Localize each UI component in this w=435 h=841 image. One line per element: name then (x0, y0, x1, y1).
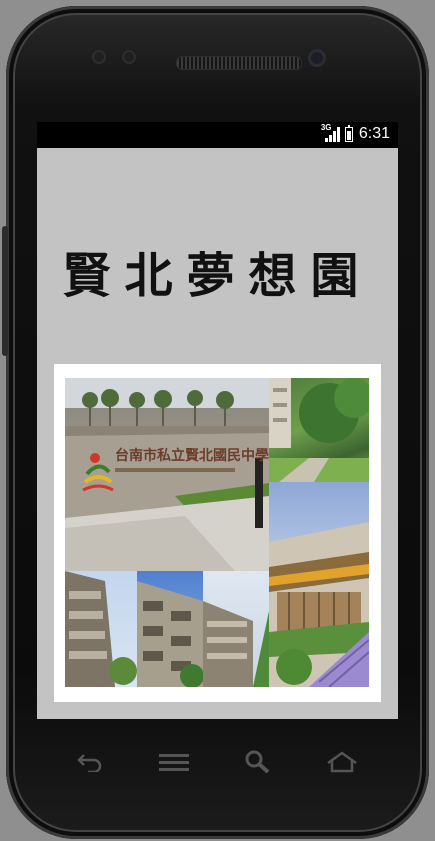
building-photo-3 (203, 571, 269, 687)
light-sensor (122, 50, 136, 64)
photo-collage: 台南市私立賢北國民中學 (65, 378, 369, 687)
campus-trees-photo (269, 378, 369, 482)
building-photo-1 (65, 571, 137, 687)
network-type: 3G (320, 123, 332, 132)
menu-button[interactable] (154, 744, 194, 780)
building-photo-2 (137, 571, 203, 687)
front-camera (308, 49, 326, 67)
volume-button[interactable] (2, 226, 8, 356)
school-photo: 台南市私立賢北國民中學 (54, 364, 381, 702)
screen: 3G 6:31 賢北夢想園 台南市私立賢北國民中學 (37, 122, 398, 719)
school-sign-text: 台南市私立賢北國民中學 (115, 447, 269, 464)
battery-icon (344, 124, 353, 142)
school-sign-photo: 台南市私立賢北國民中學 (65, 378, 269, 571)
back-button[interactable] (70, 744, 110, 780)
earpiece-speaker (176, 56, 302, 70)
school-sign-illustration: 台南市私立賢北國民中學 (65, 378, 269, 571)
home-icon (327, 751, 357, 773)
back-icon (77, 754, 102, 772)
search-button[interactable] (238, 744, 278, 780)
status-time: 6:31 (358, 125, 390, 142)
home-button[interactable] (322, 744, 362, 780)
status-bar: 3G 6:31 (37, 122, 398, 148)
search-icon (245, 750, 270, 774)
app-title: 賢北夢想園 (62, 248, 373, 304)
navigation-bar (70, 744, 370, 784)
proximity-sensor (92, 50, 106, 64)
modern-building-photo (269, 482, 369, 687)
menu-icon (159, 754, 189, 771)
signal-icon: 3G (320, 123, 340, 142)
